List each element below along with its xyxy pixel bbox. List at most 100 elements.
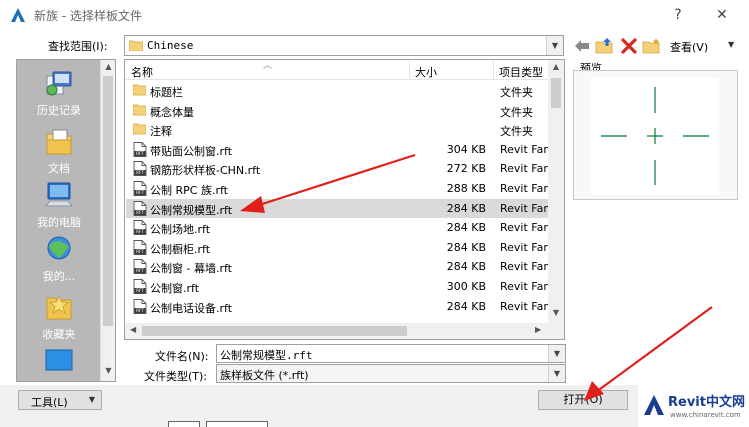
svg-text:RFT: RFT xyxy=(136,229,144,234)
folder-row[interactable]: 标题栏 文件夹 xyxy=(126,81,549,100)
places-scrollbar[interactable]: ▲ ▼ xyxy=(100,60,115,381)
rft-file-icon: RFT xyxy=(133,181,147,199)
chevron-down-icon[interactable]: ▼ xyxy=(548,345,565,362)
view-menu[interactable]: 查看(V) xyxy=(670,39,708,55)
crosshair-icon xyxy=(601,87,709,185)
file-type-value: 族样板文件 (*.rft) xyxy=(220,369,309,382)
file-name: 注释 xyxy=(150,125,172,139)
file-type: Revit Fam xyxy=(500,299,555,313)
scroll-right-icon[interactable]: ▶ xyxy=(535,325,541,334)
tools-button[interactable]: 工具(L) ▼ xyxy=(18,390,102,410)
desktop-icon xyxy=(45,349,73,371)
documents-icon xyxy=(46,129,72,155)
svg-text:RFT: RFT xyxy=(136,190,144,195)
folder-row[interactable]: 注释 文件夹 xyxy=(126,120,549,139)
file-row[interactable]: RFT 公制窗 - 幕墙.rft 284 KB Revit Fam xyxy=(126,257,554,277)
file-type: Revit Fam xyxy=(500,221,555,235)
column-type[interactable]: 项目类型 xyxy=(499,64,543,80)
file-row[interactable]: RFT 公制窗.rft 300 KB Revit Fam xyxy=(126,277,554,297)
view-chevron-down-icon[interactable]: ▼ xyxy=(728,40,734,49)
scroll-left-icon[interactable]: ◀ xyxy=(130,325,136,334)
scroll-down-icon[interactable]: ▼ xyxy=(101,366,116,375)
file-row[interactable]: RFT 公制橱柜.rft 284 KB Revit Fam xyxy=(126,238,554,258)
scroll-thumb[interactable] xyxy=(551,78,561,108)
chevron-down-icon[interactable]: ▼ xyxy=(548,365,565,382)
place-label: 收藏夹 xyxy=(42,328,76,341)
column-name[interactable]: 名称 xyxy=(131,64,153,80)
file-size: 284 KB xyxy=(446,260,486,274)
file-row[interactable]: RFT 带贴面公制窗.rft 304 KB Revit Fam xyxy=(126,140,554,160)
watermark: Revit中文网 www.chinarevit.com xyxy=(638,385,749,427)
place-network[interactable]: 我的... xyxy=(17,234,101,284)
file-size: 284 KB xyxy=(446,221,486,235)
file-size: 288 KB xyxy=(446,182,486,195)
file-row[interactable]: RFT 公制电话设备.rft 284 KB Revit Fam xyxy=(126,297,554,317)
file-list-vscrollbar[interactable]: ▲ ▼ xyxy=(548,60,564,323)
file-type: 文件夹 xyxy=(500,86,533,99)
up-folder-icon[interactable] xyxy=(595,37,615,55)
file-row[interactable]: RFT 钢筋形状样板-CHN.rft 272 KB Revit Fam xyxy=(126,159,554,178)
file-type: Revit Fam xyxy=(500,260,555,274)
file-row[interactable]: RFT 公制 RPC 族.rft 288 KB Revit Fam xyxy=(126,179,554,199)
scroll-up-icon[interactable]: ▲ xyxy=(548,62,564,71)
file-list-hscrollbar[interactable]: ◀ ▶ xyxy=(125,323,549,339)
folder-row[interactable]: 概念体量 文件夹 xyxy=(126,101,549,120)
scroll-thumb[interactable] xyxy=(142,326,407,336)
place-favorites[interactable]: 收藏夹 xyxy=(17,292,101,342)
file-row[interactable]: RFT 公制场地.rft 284 KB Revit Fam xyxy=(126,218,554,237)
chevron-down-icon[interactable]: ▼ xyxy=(546,36,563,55)
file-name-input[interactable]: 公制常规模型.rft ▼ xyxy=(216,344,566,363)
back-arrow-icon[interactable] xyxy=(572,37,592,55)
svg-text:RFT: RFT xyxy=(136,269,144,274)
rft-file-icon: RFT xyxy=(133,259,147,277)
file-type-label: 文件类型(T): xyxy=(144,370,208,383)
column-size[interactable]: 大小 xyxy=(415,64,437,80)
file-size: 284 KB xyxy=(446,299,486,313)
file-size: 272 KB xyxy=(446,162,486,176)
new-folder-icon[interactable] xyxy=(642,37,662,55)
folder-icon xyxy=(129,40,143,51)
file-type: 文件夹 xyxy=(500,125,533,139)
file-row[interactable]: RFT 公制常规模型.rft 284 KB Revit Fam xyxy=(126,198,554,219)
open-button[interactable]: 打开(O) xyxy=(538,390,628,410)
file-size: 304 KB xyxy=(446,142,486,156)
close-button[interactable]: ✕ xyxy=(708,4,736,26)
look-in-label: 查找范围(I): xyxy=(48,40,108,53)
file-type-dropdown[interactable]: 族样板文件 (*.rft) ▼ xyxy=(216,364,566,383)
file-list[interactable]: ︿ 名称 大小 项目类型 标题栏 文件夹 概念体量 文件夹 注释 文件夹 RFT 带贴面公制窗… xyxy=(124,59,565,340)
scroll-down-icon[interactable]: ▼ xyxy=(548,308,564,317)
rft-file-icon: RFT xyxy=(133,141,147,160)
file-name: 公制橱柜.rft xyxy=(150,242,211,256)
scroll-thumb[interactable] xyxy=(103,76,113,326)
file-name: 标题栏 xyxy=(150,86,183,99)
scroll-up-icon[interactable]: ▲ xyxy=(101,62,116,71)
place-desktop[interactable] xyxy=(17,348,101,376)
look-in-value: Chinese xyxy=(147,39,194,52)
computer-icon xyxy=(44,182,74,207)
svg-text:RFT: RFT xyxy=(136,171,144,176)
place-my-computer[interactable]: 我的电脑 xyxy=(17,180,101,230)
preview-image xyxy=(591,77,719,195)
rft-file-icon: RFT xyxy=(133,279,147,297)
folder-icon xyxy=(132,103,147,119)
look-in-dropdown[interactable]: Chinese ▼ xyxy=(124,35,564,56)
rft-file-icon: RFT xyxy=(133,239,147,258)
tools-label: 工具(L) xyxy=(31,396,68,409)
rft-file-icon: RFT xyxy=(133,298,147,317)
place-label: 我的电脑 xyxy=(37,216,81,229)
place-documents[interactable]: 文档 xyxy=(17,128,101,176)
delete-icon[interactable] xyxy=(619,37,639,55)
file-name: 公制电话设备.rft xyxy=(150,301,233,315)
place-label: 文档 xyxy=(48,162,70,175)
file-type: Revit Fam xyxy=(500,162,555,176)
file-size: 284 KB xyxy=(446,240,486,254)
file-name: 公制窗.rft xyxy=(150,282,200,295)
favorites-icon xyxy=(46,294,72,320)
folder-icon xyxy=(132,122,147,138)
file-type: Revit Fam xyxy=(500,280,555,293)
help-button[interactable]: ? xyxy=(664,4,692,26)
chevron-down-icon: ▼ xyxy=(88,395,95,404)
file-name: 带贴面公制窗.rft xyxy=(150,144,233,158)
rft-file-icon: RFT xyxy=(133,200,147,219)
place-history[interactable]: 历史记录 xyxy=(17,70,101,118)
